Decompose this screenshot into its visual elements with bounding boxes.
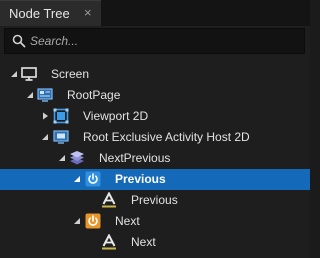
tree-node-label: NextPrevious: [99, 151, 171, 165]
tree-node-label: Previous: [131, 193, 178, 207]
search-icon: [12, 34, 26, 48]
tree-node-previous-text[interactable]: Previous: [0, 190, 310, 211]
tab-node-tree[interactable]: Node Tree ×: [0, 0, 101, 26]
expand-arrow-icon[interactable]: [25, 90, 35, 100]
collapsed-arrow-icon[interactable]: [40, 111, 50, 121]
tree-node-label: Next: [115, 214, 140, 228]
tree-node-nextprevious[interactable]: NextPrevious: [0, 148, 310, 169]
tree-node-label: RootPage: [67, 88, 121, 102]
expand-arrow-icon[interactable]: [40, 132, 50, 142]
host-icon: [53, 130, 69, 144]
node-tree-panel: Screen RootPage: [0, 26, 310, 258]
tab-bar: Node Tree ×: [0, 0, 310, 26]
tree-node-root-exclusive-activity-host[interactable]: Root Exclusive Activity Host 2D: [0, 127, 310, 148]
tree-node-rootpage[interactable]: RootPage: [0, 85, 310, 106]
expand-arrow-icon[interactable]: [72, 174, 82, 184]
expand-arrow-icon[interactable]: [9, 69, 19, 79]
tree-node-next-text[interactable]: Next: [0, 232, 310, 253]
tree-node-previous-button[interactable]: Previous: [0, 169, 310, 190]
search-input[interactable]: [30, 32, 298, 50]
expand-arrow-icon[interactable]: [72, 216, 82, 226]
tree-node-label: Screen: [51, 67, 90, 81]
page-icon: [37, 88, 53, 102]
expand-arrow-icon[interactable]: [57, 153, 67, 163]
tree-node-viewport-2d[interactable]: Viewport 2D: [0, 106, 310, 127]
tree-node-label: Viewport 2D: [83, 109, 149, 123]
viewport-icon: [53, 108, 69, 124]
monitor-icon: [21, 67, 37, 81]
layers-icon: [70, 151, 84, 165]
node-tree-window: Node Tree × Screen: [0, 0, 310, 258]
power-button-icon: [85, 171, 101, 187]
text-block-icon: [102, 192, 116, 208]
tab-title: Node Tree: [9, 6, 70, 21]
close-icon[interactable]: ×: [84, 5, 92, 21]
text-block-icon: [102, 234, 116, 250]
search-box[interactable]: [4, 28, 305, 54]
tree-node-label: Next: [131, 235, 156, 249]
tree-node-next-button[interactable]: Next: [0, 211, 310, 232]
tree-node-label: Root Exclusive Activity Host 2D: [83, 130, 250, 144]
tree-node-label: Previous: [115, 172, 166, 186]
power-button-icon: [85, 213, 101, 229]
tree-node-screen[interactable]: Screen: [0, 64, 310, 85]
